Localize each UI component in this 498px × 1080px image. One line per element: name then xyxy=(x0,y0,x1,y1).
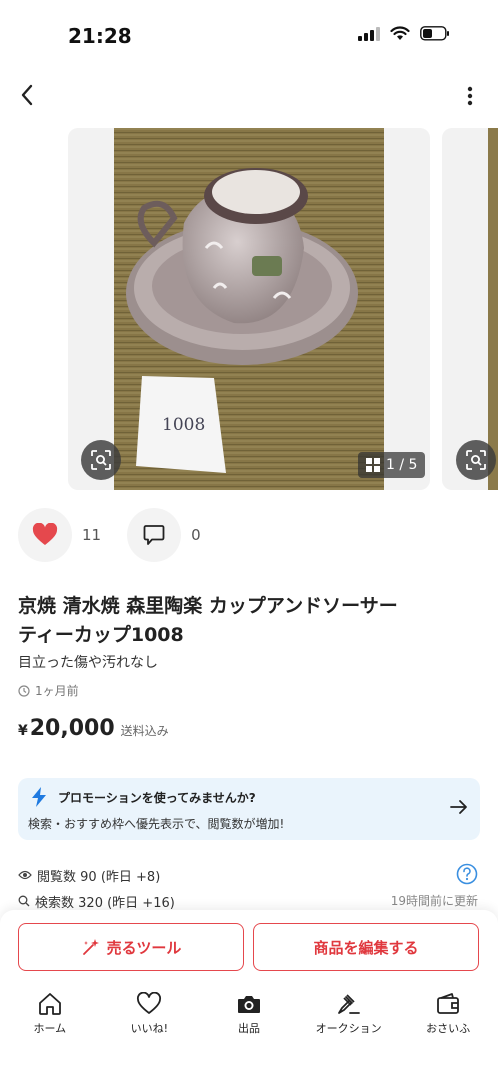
more-options-button[interactable] xyxy=(460,82,480,110)
product-photo[interactable]: 1008 1 / 5 xyxy=(68,128,430,490)
sell-tool-button[interactable]: 売るツール xyxy=(18,923,244,971)
tab-home[interactable]: ホーム xyxy=(0,990,100,1046)
views-value: 90 (昨日 +8) xyxy=(80,869,161,885)
price-symbol: ¥ xyxy=(18,723,28,739)
search-label: 検索数 xyxy=(35,895,75,911)
sell-tool-label: 売るツール xyxy=(106,938,182,957)
photo-gallery[interactable]: 1008 1 / 5 xyxy=(0,128,498,492)
lens-scan-icon xyxy=(91,450,111,470)
bottom-panel: 売るツール 商品を編集する ホーム いいね! 出品 オークション おさいふ xyxy=(0,910,498,1080)
nav-bar xyxy=(0,78,498,114)
lightning-icon xyxy=(32,787,46,807)
wifi-icon xyxy=(390,26,410,40)
more-vertical-icon xyxy=(467,86,473,106)
edit-item-button[interactable]: 商品を編集する xyxy=(253,923,479,971)
lens-scan-icon xyxy=(466,450,486,470)
photo-counter-text: 1 / 5 xyxy=(386,457,418,473)
search-value: 320 (昨日 +16) xyxy=(78,895,175,911)
tab-wallet[interactable]: おさいふ xyxy=(398,990,498,1046)
back-button[interactable] xyxy=(12,80,42,110)
search-icon xyxy=(18,895,30,907)
reactions-row: 11 0 xyxy=(18,508,227,562)
next-photo-image xyxy=(488,128,498,490)
edit-item-label: 商品を編集する xyxy=(313,938,419,957)
tab-auction[interactable]: オークション xyxy=(299,990,399,1046)
tab-auction-label: オークション xyxy=(315,1022,382,1035)
photo-counter: 1 / 5 xyxy=(358,452,426,478)
price-value: 20,000 xyxy=(29,716,115,741)
image-search-button[interactable] xyxy=(81,440,121,480)
photo-note-text: 1008 xyxy=(162,415,205,435)
updated-time: 19時間前に更新 xyxy=(390,894,478,908)
tab-sell[interactable]: 出品 xyxy=(199,990,299,1046)
teacup-photo: 1008 xyxy=(114,128,384,490)
auction-hammer-icon xyxy=(337,994,360,1014)
tab-wallet-label: おさいふ xyxy=(426,1022,471,1035)
tab-home-label: ホーム xyxy=(33,1022,67,1035)
posted-time: 1ヶ月前 xyxy=(18,682,79,699)
item-stats: 閲覧数 90 (昨日 +8) 検索数 320 (昨日 +16) 19時間前に更新 xyxy=(18,862,480,914)
views-label: 閲覧数 xyxy=(37,869,77,885)
shipping-note: 送料込み xyxy=(120,724,169,738)
heart-outline-icon xyxy=(137,992,162,1014)
views-stat: 閲覧数 90 (昨日 +8) xyxy=(18,862,480,888)
battery-icon xyxy=(420,26,449,41)
tab-bar: ホーム いいね! 出品 オークション おさいふ xyxy=(0,990,498,1046)
chevron-left-icon xyxy=(21,84,33,106)
arrow-right-icon xyxy=(450,800,467,814)
posted-time-text: 1ヶ月前 xyxy=(35,684,79,698)
status-bar: 21:28 xyxy=(0,0,498,70)
cellular-signal-icon xyxy=(358,26,380,41)
tab-likes-label: いいね! xyxy=(130,1022,169,1035)
heart-filled-icon xyxy=(32,523,58,545)
item-title-line1: 京焼 清水焼 森里陶楽 カップアンドソーサー xyxy=(18,595,398,617)
comment-count: 0 xyxy=(191,526,201,544)
promotion-title: プロモーションを使ってみませんか? xyxy=(58,791,256,805)
clock-icon xyxy=(18,684,30,697)
home-icon xyxy=(38,993,61,1015)
tab-sell-label: 出品 xyxy=(237,1022,260,1035)
grid-icon xyxy=(366,458,380,472)
sparkle-tag-icon xyxy=(82,939,99,955)
promotion-banner[interactable]: プロモーションを使ってみませんか? 検索・おすすめ枠へ優先表示で、閲覧数が増加! xyxy=(18,778,480,840)
tab-likes[interactable]: いいね! xyxy=(100,990,200,1046)
promotion-description: 検索・おすすめ枠へ優先表示で、閲覧数が増加! xyxy=(28,817,285,831)
eye-icon xyxy=(18,870,32,880)
status-icons xyxy=(358,26,450,41)
wallet-icon xyxy=(437,993,460,1014)
comment-icon xyxy=(143,525,165,545)
next-photo-preview[interactable] xyxy=(442,128,498,490)
camera-icon xyxy=(237,996,260,1013)
help-icon[interactable] xyxy=(456,863,478,885)
like-count: 11 xyxy=(82,526,102,544)
status-time: 21:28 xyxy=(68,24,132,48)
price: ¥ 20,000 送料込み xyxy=(18,716,169,741)
comment-button[interactable] xyxy=(127,508,182,562)
item-title: 京焼 清水焼 森里陶楽 カップアンドソーサー ティーカップ1008 xyxy=(18,592,480,650)
image-search-button-next[interactable] xyxy=(456,440,496,480)
item-title-line2: ティーカップ1008 xyxy=(18,624,184,646)
item-condition: 目立った傷や汚れなし xyxy=(18,655,158,671)
like-button[interactable] xyxy=(18,508,72,562)
